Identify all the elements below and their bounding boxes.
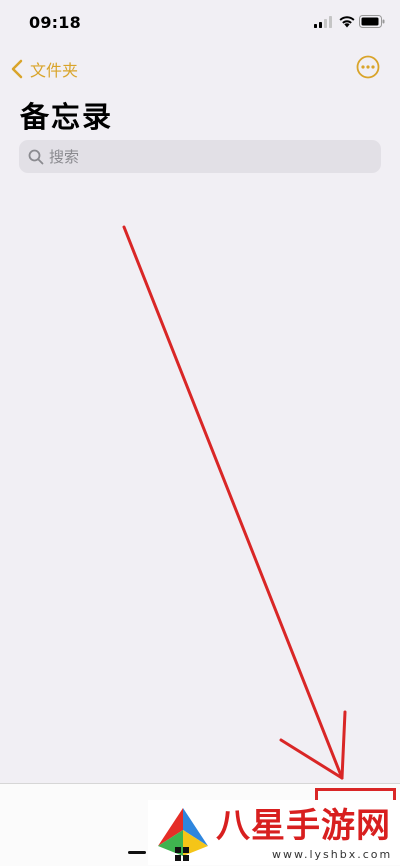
chevron-left-icon [11,59,23,79]
wifi-icon [339,16,355,28]
battery-icon [359,15,385,28]
watermark-name: 八星手游网 [216,806,391,846]
grid-icon [175,847,189,861]
home-indicator [128,851,146,854]
page-title: 备忘录 [20,100,114,134]
back-button[interactable]: 文件夹 [10,56,78,82]
signal-icon [314,16,332,28]
status-time: 09:18 [29,13,81,32]
search-bar[interactable] [19,140,381,173]
back-button-label: 文件夹 [30,61,79,80]
more-circle-icon[interactable] [356,55,380,79]
watermark-url: www.lyshbx.com [272,848,393,861]
search-input[interactable] [49,147,349,166]
status-bar: 09:18 [0,0,400,44]
navigation-bar: 文件夹 [0,52,400,86]
search-icon [28,149,44,164]
